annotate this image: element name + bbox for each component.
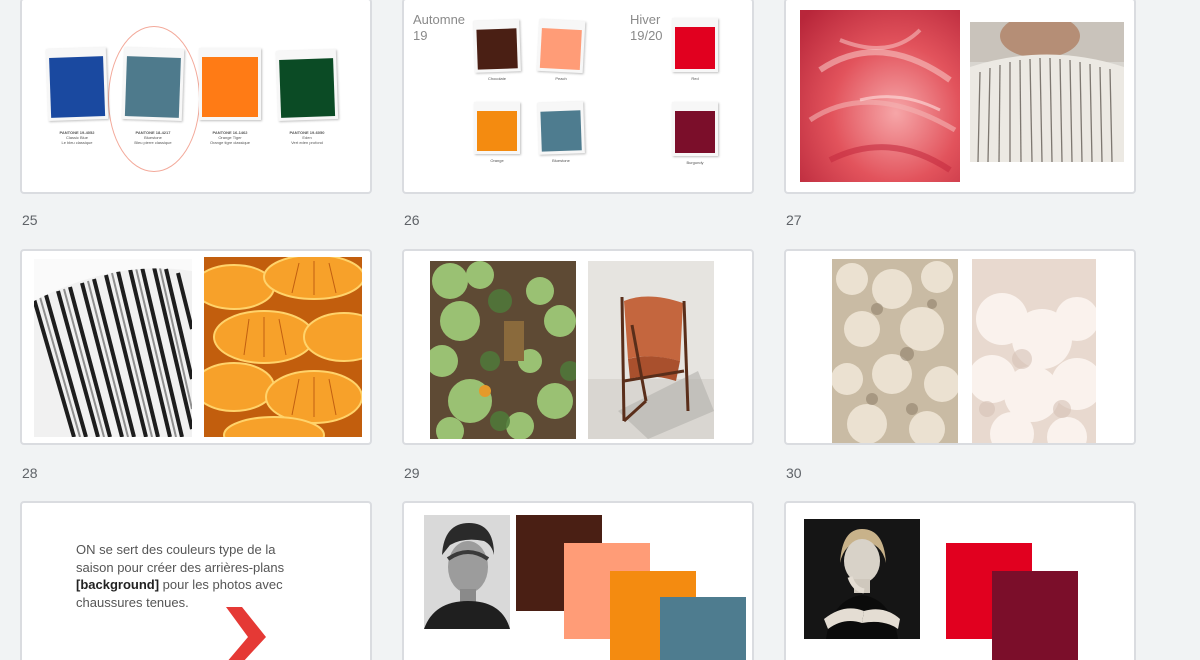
slide-thumbnail-30[interactable] (784, 249, 1136, 445)
swatch-bluestone (121, 46, 185, 122)
architecture-photo (34, 259, 192, 437)
slide-thumbnail-27[interactable] (784, 0, 1136, 194)
swatch-label: Burgundy (686, 160, 704, 165)
slide-number: 29 (404, 465, 420, 481)
swatch-red (672, 18, 718, 72)
slide-number: 25 (22, 212, 38, 228)
swatch-chip (279, 58, 336, 118)
slide-number: 27 (786, 212, 802, 228)
swatch-label: Peach (555, 76, 567, 81)
swatch-chip (124, 56, 181, 118)
swatch-chip (202, 57, 258, 117)
swatch-peach (536, 18, 586, 74)
swatch-chip (539, 27, 582, 71)
swatch-orange (474, 102, 520, 154)
text-line: pour les photos avec (159, 577, 283, 592)
slide-thumbnail-32[interactable] (402, 501, 754, 660)
swatch-chip (476, 28, 518, 70)
portrait-photo-woman-short-hair (424, 515, 510, 629)
swatch-desc: Le bleu classique (61, 140, 93, 145)
swatch-desc: Orange tigre classique (209, 140, 251, 145)
swatch-label: Orange (490, 158, 504, 163)
slide-thumbnail-28[interactable] (20, 249, 372, 445)
color-block-bluestone (660, 597, 746, 660)
orange-mushroom-photo (204, 257, 362, 437)
swatch-label: Red (691, 76, 699, 81)
season-label-winter: Hiver (630, 12, 661, 27)
slide-number: 30 (786, 465, 802, 481)
color-block-burgundy (992, 571, 1078, 660)
swatch-desc: Vert eden profond (291, 140, 323, 145)
swatch-chip (675, 111, 715, 153)
ribbed-sweater-photo (970, 22, 1124, 162)
slide-text-body: ON se sert des couleurs type de la saiso… (76, 541, 326, 611)
wool-texture-photo (832, 259, 958, 443)
swatch-chip (49, 56, 106, 118)
swatch-eden (275, 48, 339, 122)
swatch-classic-blue (45, 46, 109, 122)
swatch-orange-tiger (199, 48, 261, 120)
swatch-chocolate (473, 19, 521, 73)
slide-number: 26 (404, 212, 420, 228)
swatch-chip (477, 111, 517, 151)
season-year-autumn: 19 (413, 28, 428, 43)
slide-number: 28 (22, 465, 38, 481)
swatch-burgundy (672, 102, 718, 156)
text-bold-keyword: [background] (76, 577, 160, 592)
text-line: chaussures tenues. (76, 594, 189, 610)
swatch-chip (540, 110, 582, 152)
text-line: saison pour créer des arrières-plans (76, 559, 285, 575)
swatch-chip (675, 27, 715, 69)
slide-thumbnail-26[interactable]: Automne 19 Hiver 19/20 Chocolate Peach O… (402, 0, 754, 194)
swatch-label: Chocolate (487, 76, 506, 81)
season-label-autumn: Automne (413, 12, 466, 27)
slide-thumbnail-31[interactable]: ON se sert des couleurs type de la saiso… (20, 501, 372, 660)
slide-thumbnail-25[interactable]: PANTONE 19-4052 Classic Blue Le bleu cla… (20, 0, 372, 194)
slide-thumbnail-29[interactable] (402, 249, 754, 445)
clouds-photo (972, 259, 1096, 443)
pink-mushroom-photo (800, 10, 960, 182)
slide-thumbnail-33[interactable] (784, 501, 1136, 660)
leather-chair-photo (588, 261, 714, 439)
lichen-photo (430, 261, 576, 439)
swatch-desc: Bleu pierre classique (134, 140, 172, 145)
portrait-photo-woman-hand-chin (804, 519, 920, 639)
swatch-label: Bluestone (552, 158, 570, 163)
season-year-winter: 19/20 (630, 28, 663, 43)
text-line: ON se sert des couleurs type de la (76, 542, 276, 557)
swatch-bluestone (537, 101, 585, 155)
red-chevron-icon (226, 607, 266, 660)
